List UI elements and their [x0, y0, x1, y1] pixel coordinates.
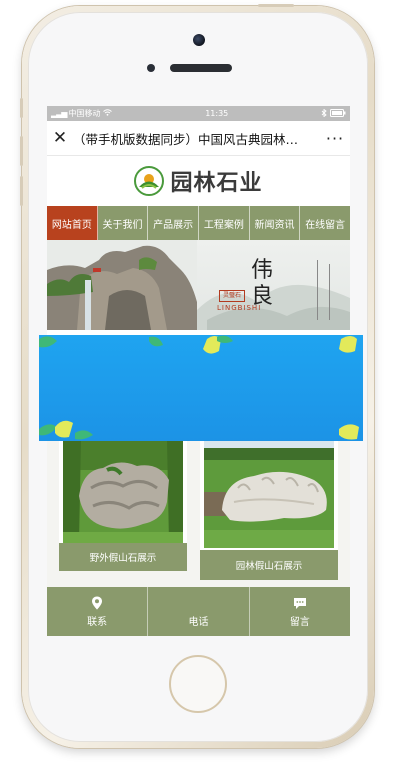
- nav-item[interactable]: 工程案例: [199, 206, 250, 240]
- nav-item[interactable]: 新闻资讯: [250, 206, 301, 240]
- mountain-ink-decoration: [197, 260, 350, 330]
- hero-banner[interactable]: 伟 良 灵璧石 LINGBISHI: [47, 240, 350, 330]
- earpiece-speaker: [170, 64, 232, 72]
- home-button[interactable]: [169, 655, 227, 713]
- nav-item[interactable]: 产品展示: [148, 206, 200, 240]
- product-caption: 园林假山石展示: [200, 550, 338, 580]
- location-pin-icon: [91, 595, 103, 610]
- status-time: 11:35: [205, 109, 229, 118]
- bluetooth-icon: [321, 108, 327, 119]
- logo-icon: [134, 166, 165, 196]
- product-card[interactable]: 野外假山石展示: [59, 440, 187, 571]
- tab-label: 联系: [87, 617, 108, 628]
- product-card[interactable]: 园林假山石展示: [200, 440, 338, 580]
- volume-down-button: [20, 176, 23, 206]
- power-button: [258, 4, 294, 7]
- signal-icon: ▂▃▅: [51, 109, 68, 118]
- wifi-icon: [103, 109, 113, 118]
- main-nav: 网站首页 关于我们 产品展示 工程案例 新闻资讯 在线留言: [47, 206, 350, 240]
- carrier-label: 中国移动: [68, 109, 101, 118]
- mute-switch: [20, 98, 23, 118]
- tab-message[interactable]: 留言: [250, 587, 350, 636]
- battery-icon: [330, 108, 346, 119]
- site-logo-text[interactable]: 园林石业: [170, 165, 262, 197]
- phone-icon: [192, 595, 204, 609]
- site-header: 园林石业: [47, 156, 350, 206]
- status-bar: ▂▃▅ 中国移动 11:35: [47, 106, 350, 121]
- more-menu-icon[interactable]: ···: [320, 129, 350, 148]
- browser-titlebar: ✕ （带手机版数据同步）中国风古典园林… ···: [47, 121, 350, 156]
- volume-up-button: [20, 136, 23, 166]
- tab-label: 留言: [289, 617, 310, 628]
- nav-item[interactable]: 关于我们: [98, 206, 149, 240]
- nav-item[interactable]: 在线留言: [300, 206, 350, 240]
- rockery-image: [47, 240, 197, 330]
- banner-headline-char: 伟: [251, 258, 274, 283]
- front-camera: [193, 34, 205, 46]
- tab-label: 电话: [188, 617, 209, 628]
- banner-stone-tag: 灵璧石: [219, 290, 245, 302]
- product-photo: [63, 440, 183, 543]
- product-photo: [204, 440, 334, 548]
- message-icon: [293, 595, 307, 609]
- banner-headline: 伟 良: [251, 258, 273, 310]
- close-icon[interactable]: ✕: [47, 128, 73, 148]
- proximity-sensor: [147, 64, 155, 72]
- floating-ad-banner[interactable]: [39, 335, 363, 441]
- tab-contact[interactable]: 联系: [47, 587, 149, 636]
- leaf-decoration: [39, 335, 359, 440]
- banner-subtitle: LINGBISHI: [217, 304, 262, 312]
- tab-phone[interactable]: 电话: [148, 587, 250, 636]
- page-title: （带手机版数据同步）中国风古典园林…: [73, 131, 299, 147]
- bottom-tab-bar: 联系 电话 留言: [47, 587, 350, 636]
- nav-item[interactable]: 网站首页: [47, 206, 98, 240]
- product-caption: 野外假山石展示: [59, 543, 187, 571]
